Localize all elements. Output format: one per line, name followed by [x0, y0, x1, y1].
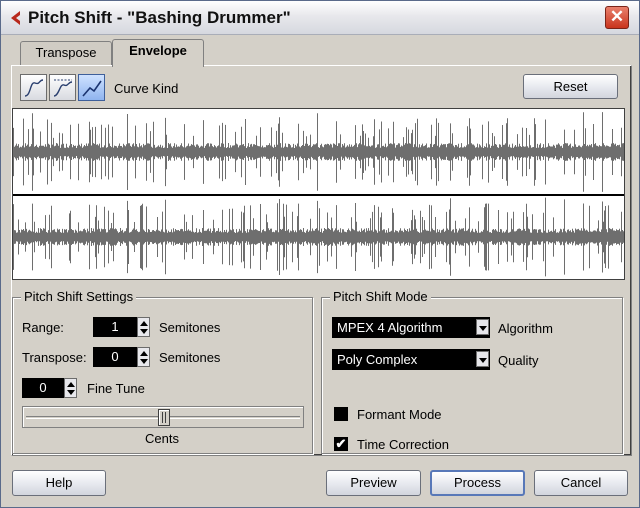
spline-curve-button[interactable] [20, 74, 47, 101]
waveform-left-channel [13, 112, 624, 192]
reset-button[interactable]: Reset [523, 74, 618, 99]
checkmark-icon: ✔ [335, 436, 347, 451]
formant-mode-label: Formant Mode [357, 407, 442, 422]
tab-envelope-label: Envelope [129, 43, 187, 58]
chevron-down-icon[interactable] [476, 319, 489, 335]
cubase-logo-icon [11, 11, 20, 25]
window-title: Pitch Shift - "Bashing Drummer" [28, 8, 291, 27]
algorithm-select[interactable]: MPEX 4 Algorithm [332, 317, 490, 338]
time-correction-checkbox[interactable]: ✔ [334, 437, 348, 451]
time-correction-label: Time Correction [357, 437, 449, 452]
close-icon: ✕ [609, 7, 625, 26]
algorithm-select-value: MPEX 4 Algorithm [337, 320, 443, 335]
quality-select-value: Poly Complex [337, 352, 418, 367]
help-button[interactable]: Help [12, 470, 106, 496]
cents-label: Cents [145, 431, 179, 446]
fine-tune-field[interactable]: 0 [22, 378, 64, 398]
spin-down-icon [140, 359, 148, 364]
damped-spline-curve-button[interactable] [49, 74, 76, 101]
spline-curve-icon [24, 79, 44, 97]
help-button-label: Help [45, 475, 73, 490]
process-button[interactable]: Process [430, 470, 525, 496]
transpose-spinner[interactable] [137, 347, 150, 367]
quality-label: Quality [498, 353, 539, 368]
damped-spline-curve-icon [53, 79, 73, 97]
close-button[interactable]: ✕ [605, 6, 629, 29]
cancel-button-label: Cancel [560, 475, 602, 490]
tab-transpose[interactable]: Transpose [20, 41, 112, 65]
tab-envelope[interactable]: Envelope [112, 39, 204, 67]
linear-curve-button[interactable] [78, 74, 105, 101]
curve-kind-label: Curve Kind [114, 81, 179, 96]
linear-curve-icon [82, 80, 102, 97]
pitch-shift-dialog: Pitch Shift - "Bashing Drummer" ✕ Transp… [0, 0, 640, 508]
transpose-label: Transpose: [22, 350, 87, 365]
preview-button-label: Preview [350, 475, 397, 490]
cancel-button[interactable]: Cancel [534, 470, 628, 496]
range-field[interactable]: 1 [93, 317, 137, 337]
cents-slider[interactable] [22, 406, 304, 428]
cents-slider-thumb[interactable] [158, 409, 170, 426]
formant-mode-checkbox[interactable] [334, 407, 348, 421]
fine-tune-spinner[interactable] [64, 378, 77, 398]
transpose-unit-label: Semitones [159, 350, 221, 365]
spin-down-icon [140, 329, 148, 334]
fine-tune-label: Fine Tune [87, 381, 145, 396]
quality-select[interactable]: Poly Complex [332, 349, 490, 370]
range-unit-label: Semitones [159, 320, 221, 335]
spin-up-icon [140, 351, 148, 356]
spin-up-icon [140, 321, 148, 326]
reset-button-label: Reset [553, 79, 588, 94]
waveform-display[interactable] [12, 108, 625, 280]
process-button-label: Process [454, 475, 501, 490]
spin-up-icon [67, 382, 75, 387]
algorithm-label: Algorithm [498, 321, 553, 336]
range-label: Range: [22, 320, 64, 335]
envelope-line[interactable] [13, 194, 624, 196]
tab-transpose-label: Transpose [35, 45, 97, 60]
range-spinner[interactable] [137, 317, 150, 337]
chevron-down-icon[interactable] [476, 351, 489, 367]
transpose-field[interactable]: 0 [93, 347, 137, 367]
pitch-shift-mode-title: Pitch Shift Mode [330, 289, 431, 304]
preview-button[interactable]: Preview [326, 470, 421, 496]
waveform-right-channel [13, 197, 624, 277]
title-bar[interactable]: Pitch Shift - "Bashing Drummer" ✕ [1, 1, 639, 35]
spin-down-icon [67, 390, 75, 395]
pitch-shift-settings-title: Pitch Shift Settings [21, 289, 137, 304]
